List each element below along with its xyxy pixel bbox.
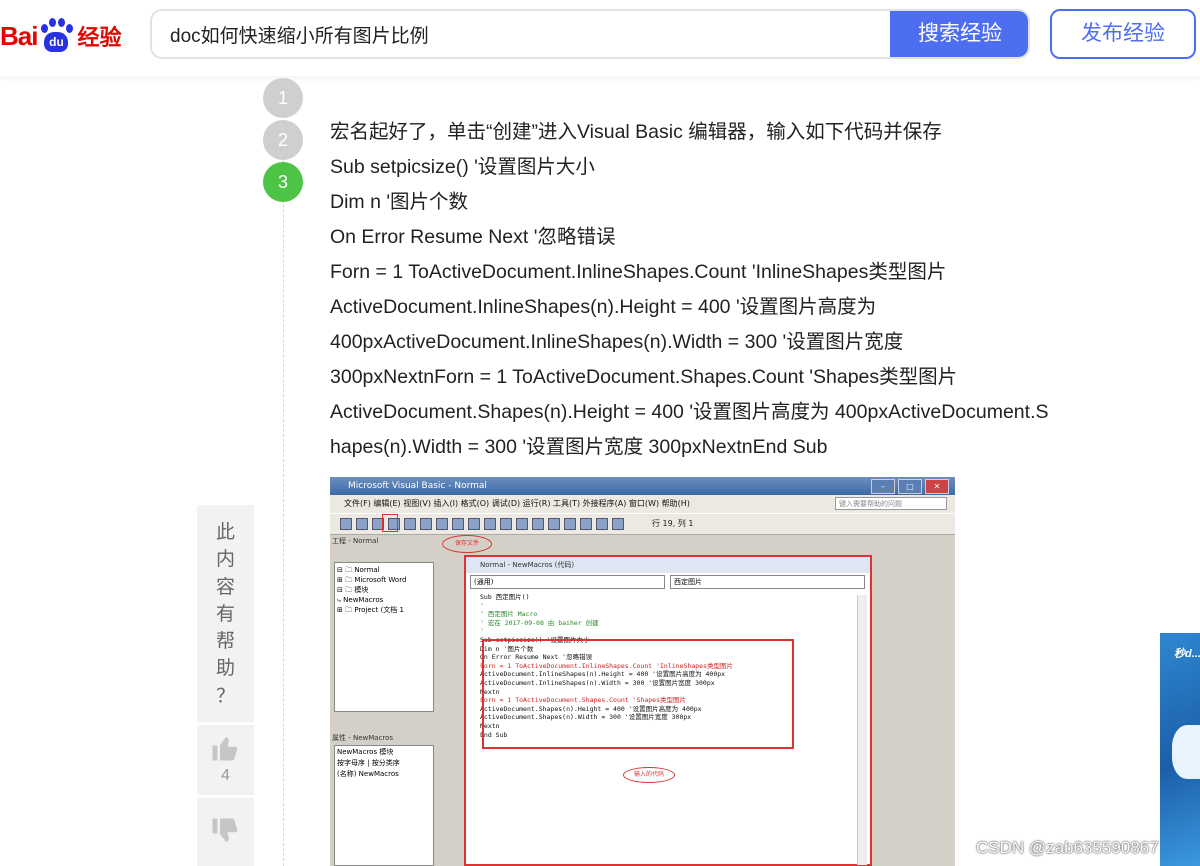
helpful-char: 助 <box>215 658 235 680</box>
maximize-icon: □ <box>898 479 922 494</box>
content-line: Sub setpicsize() '设置图片大小 <box>330 156 595 178</box>
content-line: ActiveDocument.Shapes(n).Height = 400 '设… <box>330 401 1049 423</box>
thumbs-up-icon <box>212 736 238 761</box>
vba-window-buttons: – □ ✕ <box>871 479 949 494</box>
redo-icon <box>468 518 480 530</box>
baidu-paw-icon: du <box>38 18 74 54</box>
search-button[interactable]: 搜索经验 <box>890 11 1028 57</box>
find-icon <box>436 518 448 530</box>
properties-icon <box>564 518 576 530</box>
tree-item: ⊞ 🗀 Project (文档 1 <box>337 606 404 614</box>
vba-help-box: 键入需要帮助的问题 <box>835 497 947 510</box>
content-line: 400pxActiveDocument.InlineShapes(n).Widt… <box>330 331 904 353</box>
logo-du-text: du <box>44 32 69 52</box>
undo-icon <box>452 518 464 530</box>
save-highlight <box>382 514 398 532</box>
object-select: (通用) <box>470 575 665 589</box>
publish-experience-button[interactable]: 发布经验 <box>1050 9 1196 59</box>
content-line: On Error Resume Next '忽略错误 <box>330 226 616 248</box>
stop-icon <box>516 518 528 530</box>
project-tree: ⊟ 🗀 Normal ⊞ 🗀 Microsoft Word ⊟ 🗀 模块 ⤷ N… <box>334 562 434 712</box>
code-highlight <box>482 639 794 749</box>
vba-editor-screenshot[interactable]: Microsoft Visual Basic - Normal – □ ✕ 文件… <box>330 477 955 866</box>
helpful-char: 容 <box>215 576 235 598</box>
toolbox-icon <box>596 518 608 530</box>
code-line: ' <box>480 627 484 636</box>
content-line: ActiveDocument.InlineShapes(n).Height = … <box>330 296 877 318</box>
content-line: 宏名起好了，单击“创建”进入Visual Basic 编辑器，输入如下代码并保存 <box>330 121 942 143</box>
step-1-badge[interactable]: 1 <box>263 78 303 118</box>
code-window-title: Normal - NewMacros (代码) <box>466 557 870 573</box>
props-line: (名称) NewMacros <box>337 770 399 778</box>
code-selectors: (通用) 西定图片 <box>470 575 866 589</box>
word-icon <box>340 518 352 530</box>
code-line: ' <box>480 601 484 610</box>
vba-title-bar: Microsoft Visual Basic - Normal <box>330 477 955 495</box>
procedure-select: 西定图片 <box>670 575 865 589</box>
design-icon <box>532 518 544 530</box>
logo-bai-text: Bai <box>0 20 38 51</box>
helpful-char: ？ <box>215 685 235 707</box>
code-line: Sub 西定图片() <box>480 593 530 601</box>
copy-icon <box>404 518 416 530</box>
search-bar: 搜索经验 <box>150 9 1030 59</box>
code-window: Normal - NewMacros (代码) (通用) 西定图片 Sub 西定… <box>464 555 872 866</box>
content-line: 300pxNextnForn = 1 ToActiveDocument.Shap… <box>330 366 958 388</box>
minimize-icon: – <box>871 479 895 494</box>
code-line: ' 宏在 2017-09-08 由 baiher 创建 <box>480 618 599 627</box>
step-2-badge[interactable]: 2 <box>263 120 303 160</box>
row-col-indicator: 行 19, 列 1 <box>652 519 694 528</box>
properties-pane: NewMacros 模块 按字母序 | 按分类序 (名称) NewMacros <box>334 745 434 866</box>
csdn-watermark: CSDN @zab635590867 <box>976 838 1159 857</box>
project-icon <box>548 518 560 530</box>
code-scrollbar <box>857 595 867 865</box>
pause-icon <box>500 518 512 530</box>
baidu-jingyan-logo[interactable]: Bai du 经验 <box>0 14 121 58</box>
thumbs-down-icon <box>212 818 238 843</box>
dislike-button[interactable] <box>197 798 254 866</box>
helpful-question: 此 内 容 有 帮 助 ？ <box>197 505 254 722</box>
run-icon <box>484 518 496 530</box>
tree-item: ⊟ 🗀 模块 <box>337 586 369 594</box>
content-line: Forn = 1 ToActiveDocument.InlineShapes.C… <box>330 261 947 283</box>
helpful-char: 此 <box>215 522 235 543</box>
tree-item: ⤷ NewMacros <box>337 596 384 604</box>
properties-pane-title: 属性 - NewMacros <box>332 733 436 744</box>
helpful-char: 帮 <box>215 631 235 653</box>
helpful-char: 内 <box>215 549 235 571</box>
like-count: 4 <box>221 767 230 784</box>
props-line: NewMacros 模块 <box>337 748 394 756</box>
tree-item: ⊟ 🗀 Normal <box>337 566 380 574</box>
content-line: hapes(n).Width = 300 '设置图片宽度 300pxNextnE… <box>330 436 828 458</box>
project-pane-title: 工程 - Normal <box>332 535 438 547</box>
search-input[interactable] <box>152 11 928 57</box>
props-line: 按字母序 | 按分类序 <box>337 759 400 767</box>
insert-icon <box>356 518 368 530</box>
step-3-badge[interactable]: 3 <box>263 162 303 202</box>
code-annotation: 输入的代码 <box>623 767 675 783</box>
help-icon <box>612 518 624 530</box>
code-line: ' 西定图片 Macro <box>480 610 538 619</box>
save-annotation: 保存文件 <box>442 535 492 553</box>
vba-toolbar: 行 19, 列 1 <box>330 513 955 535</box>
close-icon: ✕ <box>925 479 949 494</box>
ad-figure <box>1172 725 1200 779</box>
content-line: Dim n '图片个数 <box>330 191 469 213</box>
tree-item: ⊞ 🗀 Microsoft Word <box>337 576 407 584</box>
like-button[interactable]: 4 <box>197 725 254 795</box>
paste-icon <box>420 518 432 530</box>
helpful-char: 有 <box>215 603 235 625</box>
object-icon <box>580 518 592 530</box>
logo-jingyan-text: 经验 <box>77 25 122 50</box>
step-content: 宏名起好了，单击“创建”进入Visual Basic 编辑器，输入如下代码并保存… <box>330 115 1130 465</box>
ad-text: 秒d... <box>1174 648 1200 660</box>
top-header: Bai du 经验 搜索经验 发布经验 <box>0 0 1200 76</box>
side-advertisement[interactable]: 秒d... <box>1160 633 1200 866</box>
